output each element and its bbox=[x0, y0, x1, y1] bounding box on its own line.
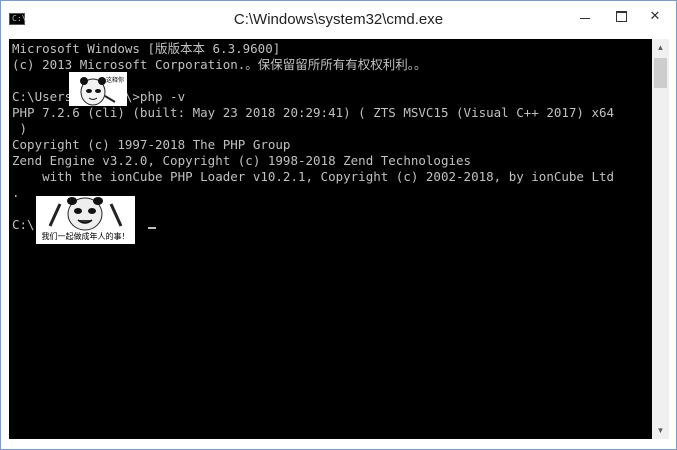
meme-sticker-small: 这释你 bbox=[69, 72, 127, 106]
meme-sticker-large: 我们一起做成年人的事！ bbox=[36, 196, 135, 244]
cmd-icon[interactable]: C:\ bbox=[9, 13, 27, 25]
console-line: Zend Engine v3.2.0, Copyright (c) 1998-2… bbox=[12, 153, 472, 168]
sticker-caption: 我们一起做成年人的事！ bbox=[41, 232, 130, 241]
close-icon: ✕ bbox=[649, 8, 661, 23]
minimize-icon bbox=[580, 17, 590, 19]
cmd-icon-prompt: C:\ bbox=[12, 14, 27, 23]
cmd-window: C:\ C:\Windows\system32\cmd.exe ✕ Micros… bbox=[0, 0, 677, 450]
scroll-up-button[interactable]: ▲ bbox=[652, 39, 669, 56]
console-line: Microsoft Windows [版版本本 6.3.9600] bbox=[12, 41, 281, 56]
console-line: (c) 2013 Microsoft Corporation.。保保留留所所有有… bbox=[12, 57, 427, 72]
console-line: ) bbox=[12, 121, 28, 136]
panda-face-icon bbox=[48, 197, 123, 231]
console-line: . bbox=[12, 185, 20, 200]
console-line: Copyright (c) 1997-2018 The PHP Group bbox=[12, 137, 291, 152]
console-output[interactable]: Microsoft Windows [版版本本 6.3.9600] (c) 20… bbox=[9, 39, 652, 439]
maximize-icon bbox=[615, 10, 627, 22]
maximize-button[interactable] bbox=[605, 1, 637, 31]
title-bar[interactable]: C:\ C:\Windows\system32\cmd.exe ✕ bbox=[1, 1, 676, 39]
sticker-caption: 这释你 bbox=[105, 77, 124, 84]
console-line: PHP 7.2.6 (cli) (built: May 23 2018 20:2… bbox=[12, 105, 615, 120]
scroll-down-button[interactable]: ▼ bbox=[652, 422, 669, 439]
chevron-up-icon: ▲ bbox=[656, 43, 665, 52]
console-line: with the ionCube PHP Loader v10.2.1, Cop… bbox=[12, 169, 615, 184]
vertical-scrollbar[interactable]: ▲ ▼ bbox=[652, 39, 669, 439]
minimize-button[interactable] bbox=[569, 1, 601, 31]
scrollbar-thumb[interactable] bbox=[654, 58, 667, 88]
close-button[interactable]: ✕ bbox=[639, 1, 671, 31]
text-cursor bbox=[148, 227, 156, 229]
chevron-down-icon: ▼ bbox=[656, 426, 665, 435]
